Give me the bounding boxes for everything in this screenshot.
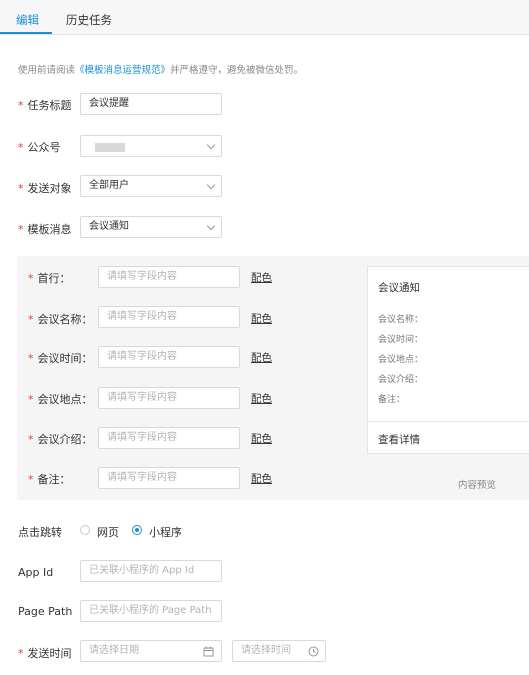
time-placeholder: 请选择时间 — [241, 645, 291, 656]
template-label: * 模板消息 — [18, 223, 72, 236]
radio-miniprogram-label: 小程序 — [149, 526, 182, 539]
pagepath-input[interactable]: 已关联小程序的 Page Path — [80, 600, 222, 622]
color-link[interactable]: 配色 — [251, 311, 272, 326]
field-label: * 会议名称： — [28, 313, 93, 326]
field-input-time[interactable]: 请填写字段内容 — [98, 346, 240, 368]
field-input-name[interactable]: 请填写字段内容 — [98, 306, 240, 328]
field-input-first[interactable]: 请填写字段内容 — [98, 266, 240, 288]
jump-label: 点击跳转 — [18, 526, 62, 539]
redacted-account-name — [95, 143, 125, 152]
color-link[interactable]: 配色 — [251, 350, 272, 365]
field-input-intro[interactable]: 请填写字段内容 — [98, 427, 240, 449]
tab-bar: 编辑 历史任务 — [0, 0, 529, 35]
preview-field: 会议地点： — [378, 355, 424, 365]
view-details-link[interactable]: 查看详情 — [378, 432, 420, 447]
tab-edit[interactable]: 编辑 — [16, 12, 39, 28]
preview-caption: 内容预览 — [458, 480, 497, 491]
color-link[interactable]: 配色 — [251, 471, 272, 486]
appid-label: App Id — [18, 566, 54, 579]
date-picker-input[interactable]: 请选择日期 — [80, 640, 222, 662]
preview-divider — [368, 421, 529, 422]
field-input-note[interactable]: 请填写字段内容 — [98, 467, 240, 489]
account-label: * 公众号 — [18, 141, 61, 154]
field-label: * 会议介绍： — [28, 433, 93, 446]
color-link[interactable]: 配色 — [251, 391, 272, 406]
preview-title: 会议通知 — [378, 282, 420, 294]
task-title-input[interactable]: 会议提醒 — [80, 93, 222, 115]
calendar-icon — [203, 646, 214, 657]
date-placeholder: 请选择日期 — [89, 645, 139, 656]
notice-suffix: 并严格遵守，避免被微信处罚。 — [170, 65, 304, 76]
preview-field: 会议名称： — [378, 315, 424, 325]
preview-field: 会议时间： — [378, 335, 424, 345]
task-title-label: * 任务标题 — [18, 99, 72, 112]
send-time-label: * 发送时间 — [18, 647, 72, 660]
pagepath-label: Page Path — [18, 605, 73, 618]
target-label: * 发送对象 — [18, 182, 72, 195]
preview-field: 备注： — [378, 395, 406, 405]
message-preview-card: 会议通知 会议名称： 会议时间： 会议地点： 会议介绍： 备注： 查看详情 — [367, 266, 529, 454]
preview-field: 会议介绍： — [378, 375, 424, 385]
appid-input[interactable]: 已关联小程序的 App Id — [80, 560, 222, 582]
field-label: * 会议时间： — [28, 352, 93, 365]
policy-link[interactable]: 《模板消息运营规范》 — [75, 65, 170, 76]
field-label: * 备注： — [28, 473, 71, 486]
radio-miniprogram[interactable] — [132, 525, 142, 535]
field-label: * 会议地点： — [28, 393, 93, 406]
time-picker-input[interactable]: 请选择时间 — [232, 640, 326, 662]
template-select[interactable]: 会议通知 — [80, 216, 222, 238]
clock-icon — [308, 646, 319, 657]
field-label: * 首行： — [28, 272, 71, 285]
tab-history[interactable]: 历史任务 — [66, 12, 112, 28]
usage-notice: 使用前请阅读《模板消息运营规范》并严格遵守，避免被微信处罚。 — [18, 62, 303, 76]
color-link[interactable]: 配色 — [251, 431, 272, 446]
account-select[interactable] — [80, 135, 222, 157]
notice-prefix: 使用前请阅读 — [18, 65, 76, 76]
radio-webpage[interactable] — [80, 525, 90, 535]
radio-webpage-label: 网页 — [97, 526, 119, 539]
field-input-location[interactable]: 请填写字段内容 — [98, 387, 240, 409]
color-link[interactable]: 配色 — [251, 270, 272, 285]
active-tab-indicator — [0, 32, 52, 34]
target-select[interactable]: 全部用户 — [80, 175, 222, 197]
